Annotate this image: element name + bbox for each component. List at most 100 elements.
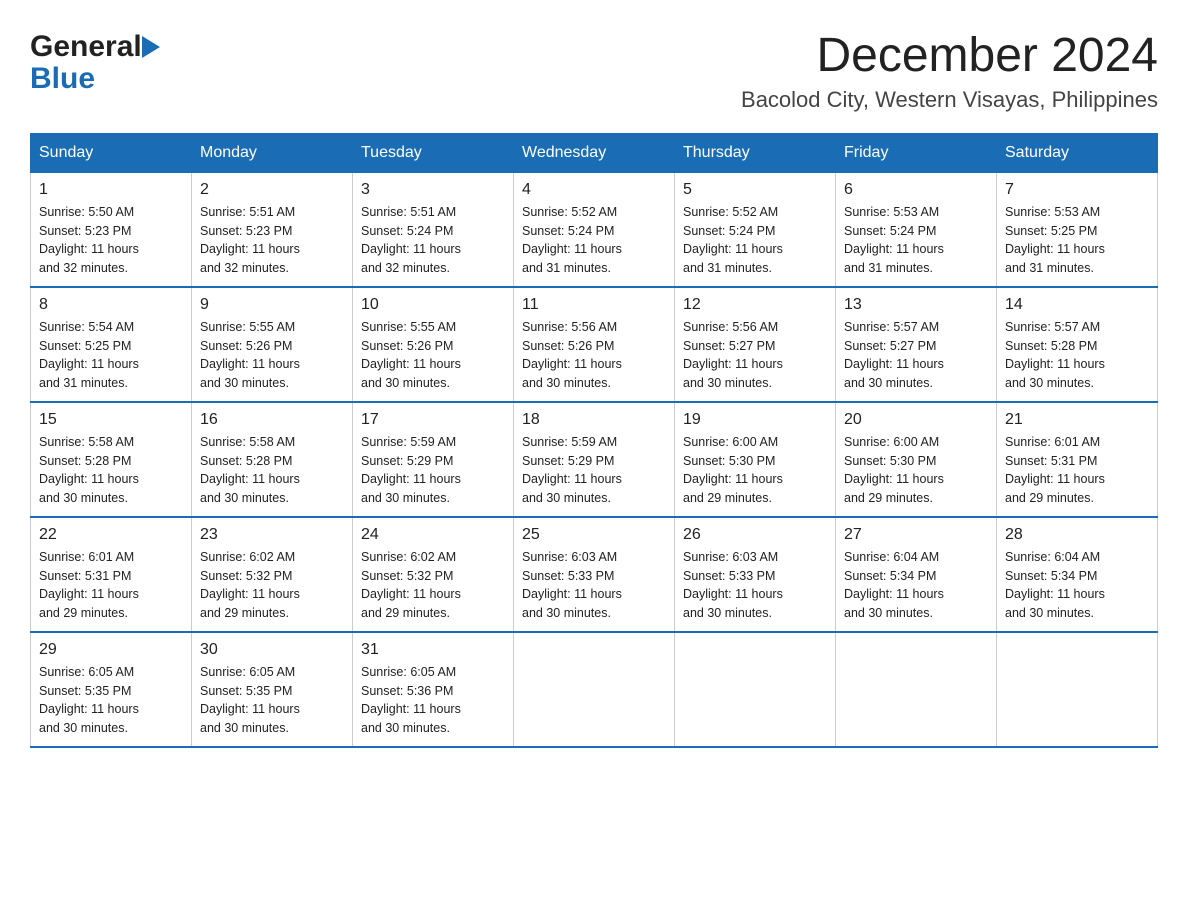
- day-number: 30: [200, 641, 344, 659]
- day-number: 16: [200, 411, 344, 429]
- calendar-week-row: 15 Sunrise: 5:58 AMSunset: 5:28 PMDaylig…: [31, 402, 1158, 517]
- table-row: 9 Sunrise: 5:55 AMSunset: 5:26 PMDayligh…: [192, 287, 353, 402]
- day-number: 6: [844, 181, 988, 199]
- logo-blue-text: Blue: [30, 64, 95, 94]
- day-number: 12: [683, 296, 827, 314]
- table-row: 24 Sunrise: 6:02 AMSunset: 5:32 PMDaylig…: [353, 517, 514, 632]
- calendar-week-row: 22 Sunrise: 6:01 AMSunset: 5:31 PMDaylig…: [31, 517, 1158, 632]
- day-number: 7: [1005, 181, 1149, 199]
- month-title: December 2024: [741, 30, 1158, 83]
- table-row: 2 Sunrise: 5:51 AMSunset: 5:23 PMDayligh…: [192, 172, 353, 287]
- calendar-week-row: 29 Sunrise: 6:05 AMSunset: 5:35 PMDaylig…: [31, 632, 1158, 747]
- table-row: 27 Sunrise: 6:04 AMSunset: 5:34 PMDaylig…: [836, 517, 997, 632]
- table-row: 11 Sunrise: 5:56 AMSunset: 5:26 PMDaylig…: [514, 287, 675, 402]
- day-number: 13: [844, 296, 988, 314]
- day-number: 28: [1005, 526, 1149, 544]
- day-number: 10: [361, 296, 505, 314]
- table-row: 30 Sunrise: 6:05 AMSunset: 5:35 PMDaylig…: [192, 632, 353, 747]
- day-info: Sunrise: 6:01 AMSunset: 5:31 PMDaylight:…: [1005, 433, 1149, 508]
- day-info: Sunrise: 6:03 AMSunset: 5:33 PMDaylight:…: [522, 548, 666, 623]
- day-info: Sunrise: 5:51 AMSunset: 5:24 PMDaylight:…: [361, 203, 505, 278]
- day-info: Sunrise: 5:52 AMSunset: 5:24 PMDaylight:…: [683, 203, 827, 278]
- day-number: 26: [683, 526, 827, 544]
- day-number: 18: [522, 411, 666, 429]
- table-row: 26 Sunrise: 6:03 AMSunset: 5:33 PMDaylig…: [675, 517, 836, 632]
- table-row: [836, 632, 997, 747]
- table-row: [675, 632, 836, 747]
- day-info: Sunrise: 5:54 AMSunset: 5:25 PMDaylight:…: [39, 318, 183, 393]
- day-number: 5: [683, 181, 827, 199]
- logo: General Blue: [30, 30, 160, 94]
- day-info: Sunrise: 6:00 AMSunset: 5:30 PMDaylight:…: [844, 433, 988, 508]
- day-number: 14: [1005, 296, 1149, 314]
- table-row: 12 Sunrise: 5:56 AMSunset: 5:27 PMDaylig…: [675, 287, 836, 402]
- header-friday: Friday: [836, 133, 997, 172]
- calendar-header-row: Sunday Monday Tuesday Wednesday Thursday…: [31, 133, 1158, 172]
- day-number: 1: [39, 181, 183, 199]
- day-info: Sunrise: 5:53 AMSunset: 5:24 PMDaylight:…: [844, 203, 988, 278]
- table-row: 8 Sunrise: 5:54 AMSunset: 5:25 PMDayligh…: [31, 287, 192, 402]
- table-row: 17 Sunrise: 5:59 AMSunset: 5:29 PMDaylig…: [353, 402, 514, 517]
- day-info: Sunrise: 5:55 AMSunset: 5:26 PMDaylight:…: [200, 318, 344, 393]
- day-number: 31: [361, 641, 505, 659]
- day-number: 23: [200, 526, 344, 544]
- table-row: 13 Sunrise: 5:57 AMSunset: 5:27 PMDaylig…: [836, 287, 997, 402]
- logo-triangle-icon: [142, 36, 160, 58]
- header-saturday: Saturday: [997, 133, 1158, 172]
- day-number: 15: [39, 411, 183, 429]
- title-section: December 2024 Bacolod City, Western Visa…: [741, 30, 1158, 113]
- header-sunday: Sunday: [31, 133, 192, 172]
- table-row: 31 Sunrise: 6:05 AMSunset: 5:36 PMDaylig…: [353, 632, 514, 747]
- day-number: 20: [844, 411, 988, 429]
- header-thursday: Thursday: [675, 133, 836, 172]
- day-info: Sunrise: 5:50 AMSunset: 5:23 PMDaylight:…: [39, 203, 183, 278]
- day-info: Sunrise: 5:55 AMSunset: 5:26 PMDaylight:…: [361, 318, 505, 393]
- location-subtitle: Bacolod City, Western Visayas, Philippin…: [741, 87, 1158, 113]
- table-row: 6 Sunrise: 5:53 AMSunset: 5:24 PMDayligh…: [836, 172, 997, 287]
- table-row: 28 Sunrise: 6:04 AMSunset: 5:34 PMDaylig…: [997, 517, 1158, 632]
- table-row: 18 Sunrise: 5:59 AMSunset: 5:29 PMDaylig…: [514, 402, 675, 517]
- table-row: 25 Sunrise: 6:03 AMSunset: 5:33 PMDaylig…: [514, 517, 675, 632]
- table-row: 22 Sunrise: 6:01 AMSunset: 5:31 PMDaylig…: [31, 517, 192, 632]
- day-info: Sunrise: 6:02 AMSunset: 5:32 PMDaylight:…: [361, 548, 505, 623]
- calendar-table: Sunday Monday Tuesday Wednesday Thursday…: [30, 133, 1158, 748]
- table-row: 14 Sunrise: 5:57 AMSunset: 5:28 PMDaylig…: [997, 287, 1158, 402]
- table-row: 21 Sunrise: 6:01 AMSunset: 5:31 PMDaylig…: [997, 402, 1158, 517]
- day-info: Sunrise: 6:02 AMSunset: 5:32 PMDaylight:…: [200, 548, 344, 623]
- day-info: Sunrise: 6:01 AMSunset: 5:31 PMDaylight:…: [39, 548, 183, 623]
- day-info: Sunrise: 5:57 AMSunset: 5:27 PMDaylight:…: [844, 318, 988, 393]
- table-row: 29 Sunrise: 6:05 AMSunset: 5:35 PMDaylig…: [31, 632, 192, 747]
- day-info: Sunrise: 5:59 AMSunset: 5:29 PMDaylight:…: [522, 433, 666, 508]
- day-info: Sunrise: 5:56 AMSunset: 5:27 PMDaylight:…: [683, 318, 827, 393]
- table-row: 16 Sunrise: 5:58 AMSunset: 5:28 PMDaylig…: [192, 402, 353, 517]
- logo-general-text: General: [30, 30, 142, 64]
- day-info: Sunrise: 5:59 AMSunset: 5:29 PMDaylight:…: [361, 433, 505, 508]
- day-number: 4: [522, 181, 666, 199]
- table-row: 10 Sunrise: 5:55 AMSunset: 5:26 PMDaylig…: [353, 287, 514, 402]
- table-row: 4 Sunrise: 5:52 AMSunset: 5:24 PMDayligh…: [514, 172, 675, 287]
- table-row: 3 Sunrise: 5:51 AMSunset: 5:24 PMDayligh…: [353, 172, 514, 287]
- day-info: Sunrise: 5:56 AMSunset: 5:26 PMDaylight:…: [522, 318, 666, 393]
- table-row: [514, 632, 675, 747]
- page-header: General Blue December 2024 Bacolod City,…: [30, 30, 1158, 113]
- day-number: 24: [361, 526, 505, 544]
- header-monday: Monday: [192, 133, 353, 172]
- day-info: Sunrise: 5:57 AMSunset: 5:28 PMDaylight:…: [1005, 318, 1149, 393]
- calendar-week-row: 1 Sunrise: 5:50 AMSunset: 5:23 PMDayligh…: [31, 172, 1158, 287]
- table-row: 7 Sunrise: 5:53 AMSunset: 5:25 PMDayligh…: [997, 172, 1158, 287]
- day-number: 17: [361, 411, 505, 429]
- day-number: 22: [39, 526, 183, 544]
- day-info: Sunrise: 6:00 AMSunset: 5:30 PMDaylight:…: [683, 433, 827, 508]
- day-number: 11: [522, 296, 666, 314]
- day-number: 9: [200, 296, 344, 314]
- day-info: Sunrise: 5:52 AMSunset: 5:24 PMDaylight:…: [522, 203, 666, 278]
- table-row: 20 Sunrise: 6:00 AMSunset: 5:30 PMDaylig…: [836, 402, 997, 517]
- day-info: Sunrise: 6:04 AMSunset: 5:34 PMDaylight:…: [1005, 548, 1149, 623]
- day-number: 29: [39, 641, 183, 659]
- day-number: 25: [522, 526, 666, 544]
- table-row: 1 Sunrise: 5:50 AMSunset: 5:23 PMDayligh…: [31, 172, 192, 287]
- day-info: Sunrise: 6:05 AMSunset: 5:35 PMDaylight:…: [39, 663, 183, 738]
- day-number: 3: [361, 181, 505, 199]
- day-number: 21: [1005, 411, 1149, 429]
- day-info: Sunrise: 5:58 AMSunset: 5:28 PMDaylight:…: [200, 433, 344, 508]
